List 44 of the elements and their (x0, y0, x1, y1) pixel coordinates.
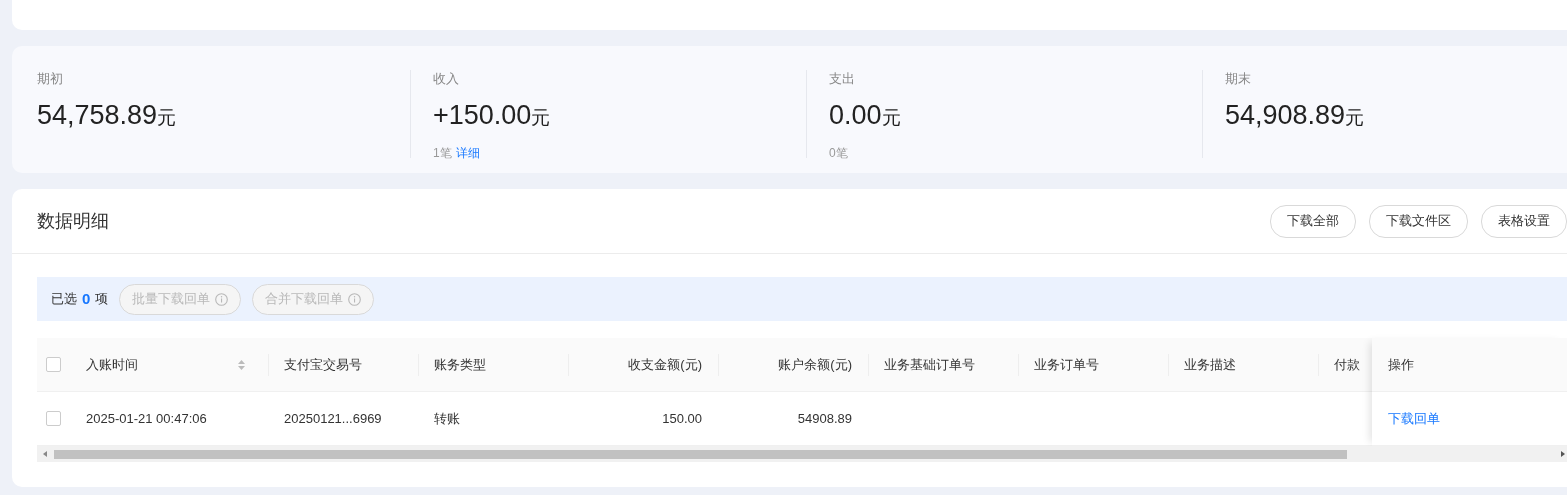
table-cell-text: 150.00 (662, 409, 702, 428)
row-checkbox[interactable] (46, 411, 61, 426)
selected-count: 0 (82, 288, 91, 309)
currency-unit: 元 (157, 107, 177, 128)
detail-link[interactable]: 详细 (455, 146, 480, 160)
selection-label: 已选 (51, 290, 77, 309)
toolbar-button[interactable]: 下载文件区 (1369, 204, 1468, 238)
column-header: 收支金额(元) (628, 355, 702, 374)
summary-amount: +150.00 (433, 100, 532, 130)
currency-unit: 元 (881, 107, 901, 128)
toolbar-button[interactable]: 下载全部 (1270, 204, 1356, 238)
column-header: 操作 (1388, 355, 1414, 374)
column-header: 业务描述 (1184, 355, 1236, 374)
download-receipt-link[interactable]: 下载回单 (1388, 408, 1440, 429)
summary-label: 期初 (37, 70, 64, 88)
column-header: 账户余额(元) (778, 355, 852, 374)
column-header: 入账时间 (86, 355, 138, 374)
column-header: 业务订单号 (1034, 355, 1099, 374)
summary-amount: 0.00 (829, 100, 882, 130)
column-header: 付款 (1334, 355, 1360, 374)
select-all-checkbox[interactable] (46, 357, 61, 372)
summary-label: 支出 (829, 70, 856, 88)
currency-unit: 元 (1345, 107, 1365, 128)
summary-label: 期末 (1225, 70, 1252, 88)
transaction-count: 1笔 (433, 146, 452, 160)
table-cell-text: 20250121...6969 (284, 409, 382, 428)
currency-unit: 元 (531, 107, 551, 128)
column-header: 支付宝交易号 (284, 355, 362, 374)
column-header: 业务基础订单号 (884, 355, 975, 374)
summary-label: 收入 (433, 70, 460, 88)
selection-label: 项 (95, 290, 109, 309)
summary-amount: 54,758.89 (37, 100, 158, 130)
table-cell-text: 54908.89 (797, 409, 852, 428)
sort-icon[interactable] (237, 358, 246, 371)
summary-amount: 54,908.89 (1225, 100, 1346, 130)
table-cell-text: 转账 (434, 409, 460, 428)
info-icon (215, 292, 229, 306)
info-icon (348, 292, 362, 306)
toolbar-button[interactable]: 表格设置 (1481, 204, 1567, 238)
horizontal-scrollbar[interactable] (37, 446, 1567, 462)
section-title: 数据明细 (37, 209, 110, 233)
table-cell-text: 2025-01-21 00:47:06 (86, 409, 207, 428)
transaction-count: 0笔 (829, 146, 848, 160)
column-header: 账务类型 (434, 355, 486, 374)
